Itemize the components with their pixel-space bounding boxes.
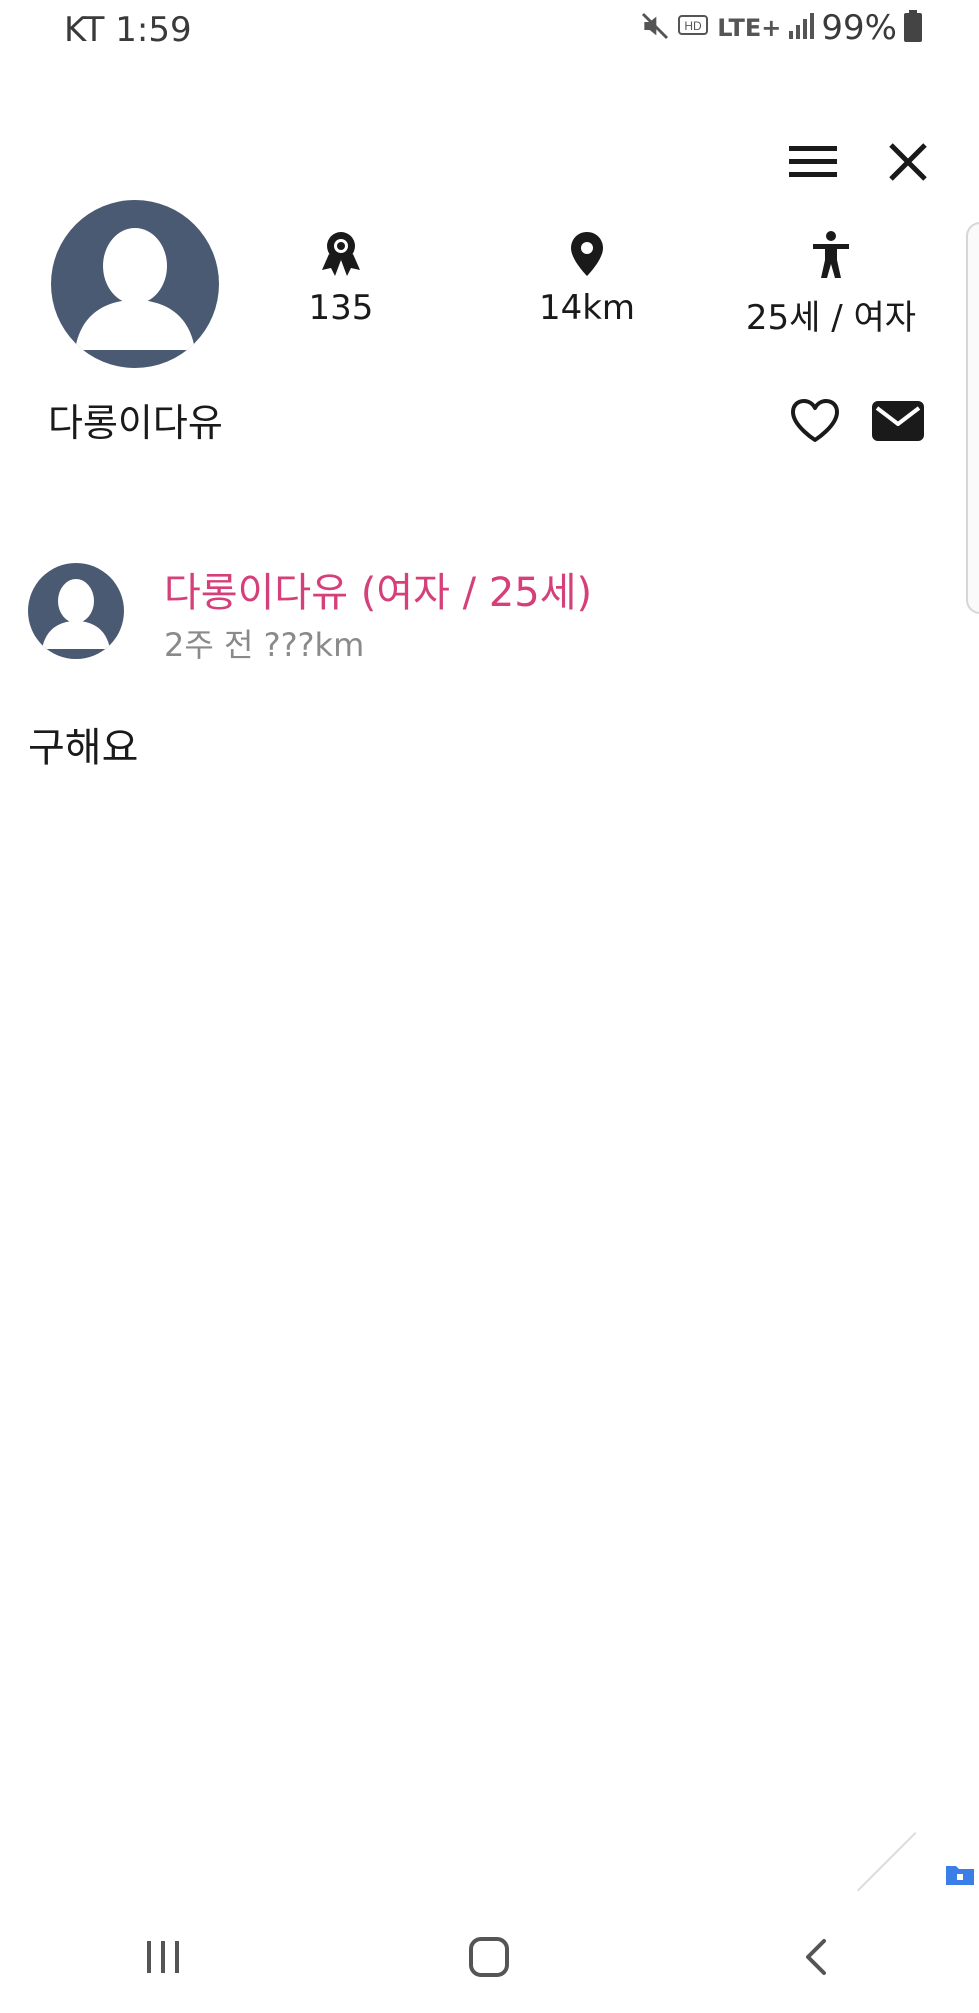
carrier-time: KT 1:59 [64, 10, 192, 50]
stat-distance: 14km [487, 230, 687, 328]
mute-icon [639, 10, 671, 46]
close-icon[interactable] [880, 134, 936, 190]
status-icons: HD LTE+ 99% [639, 8, 923, 48]
back-icon[interactable] [776, 1917, 856, 1997]
lte-icon: LTE+ [717, 14, 782, 42]
secure-folder-icon[interactable] [945, 1862, 975, 1886]
post-author-avatar[interactable] [28, 563, 124, 659]
status-bar: KT 1:59 HD LTE+ 99% [0, 0, 979, 60]
post-body: 구해요 [28, 725, 139, 771]
system-nav-bar [0, 1900, 979, 2013]
home-icon[interactable] [449, 1917, 529, 1997]
battery-percent: 99% [821, 8, 897, 48]
award-icon [319, 230, 363, 282]
location-pin-icon [569, 230, 605, 282]
user-silhouette-icon [42, 579, 110, 649]
profile-name: 다롱이다유 [48, 401, 223, 445]
battery-icon [903, 9, 923, 47]
post-meta: 2주 전 ???km [164, 626, 365, 664]
mail-icon[interactable] [868, 391, 928, 451]
stat-age-gender: 25세 / 여자 [731, 230, 931, 339]
corner-divider [857, 1832, 917, 1892]
menu-icon[interactable] [785, 134, 841, 190]
distance-value: 14km [538, 288, 636, 328]
stat-points: 135 [241, 230, 441, 328]
signal-icon [787, 11, 815, 45]
post-author[interactable]: 다롱이다유 (여자 / 25세) [164, 560, 592, 618]
svg-text:HD: HD [685, 19, 703, 33]
edge-panel-handle[interactable] [966, 222, 979, 614]
points-value: 135 [308, 288, 374, 328]
user-silhouette-icon [75, 228, 195, 350]
age-gender-value: 25세 / 여자 [745, 298, 917, 338]
person-icon [809, 230, 853, 284]
profile-avatar[interactable] [51, 200, 219, 368]
hd-icon: HD [677, 12, 711, 44]
heart-icon[interactable] [785, 391, 845, 451]
recent-apps-icon[interactable] [123, 1917, 203, 1997]
